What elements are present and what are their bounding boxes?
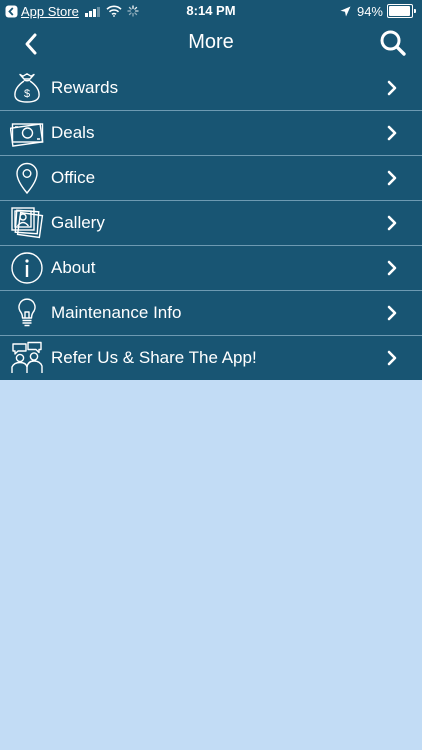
chevron-right-icon	[387, 260, 397, 276]
chevron-right-icon	[387, 170, 397, 186]
menu-item-label: About	[51, 258, 96, 277]
menu-item-label: Maintenance Info	[51, 303, 182, 322]
money-bag-icon: $	[14, 73, 40, 103]
menu-item-label: Rewards	[51, 78, 119, 97]
battery-tip	[414, 9, 416, 13]
cash-icon	[10, 123, 44, 147]
menu-item-about[interactable]: About	[0, 246, 422, 291]
search-icon[interactable]	[378, 28, 408, 58]
lightbulb-icon	[18, 298, 36, 327]
menu-item-gallery[interactable]: Gallery	[0, 201, 422, 246]
navigation-bar: More	[0, 22, 422, 66]
menu-item-label: Office	[51, 168, 96, 187]
more-menu-list: $ Rewards Deals Office Gallery About Mai…	[0, 66, 422, 380]
people-chat-icon	[11, 341, 43, 373]
info-icon	[11, 252, 43, 284]
menu-item-maintenance-info[interactable]: Maintenance Info	[0, 291, 422, 336]
location-arrow-icon	[340, 6, 351, 16]
menu-item-label: Deals	[51, 123, 95, 142]
chevron-right-icon	[387, 80, 397, 96]
page-title: More	[188, 31, 234, 53]
menu-item-rewards[interactable]: $ Rewards	[0, 66, 422, 111]
menu-item-deals[interactable]: Deals	[0, 111, 422, 156]
battery-percentage: 94%	[356, 3, 383, 19]
battery-fill	[389, 6, 410, 16]
battery-icon	[387, 4, 413, 18]
menu-item-refer-share[interactable]: Refer Us & Share The App!	[0, 336, 422, 380]
chevron-right-icon	[387, 350, 397, 366]
status-right: 94%	[340, 3, 416, 19]
chevron-right-icon	[387, 125, 397, 141]
photos-icon	[11, 207, 44, 239]
menu-item-office[interactable]: Office	[0, 156, 422, 201]
svg-text:$: $	[24, 88, 30, 100]
status-bar: App Store 8:14 PM 94%	[0, 0, 422, 22]
menu-item-label: Refer Us & Share The App!	[51, 348, 257, 367]
location-pin-icon	[16, 162, 38, 195]
chevron-right-icon	[387, 215, 397, 231]
header: App Store 8:14 PM 94% More	[0, 0, 422, 66]
chevron-right-icon	[387, 305, 397, 321]
menu-item-label: Gallery	[51, 213, 105, 232]
